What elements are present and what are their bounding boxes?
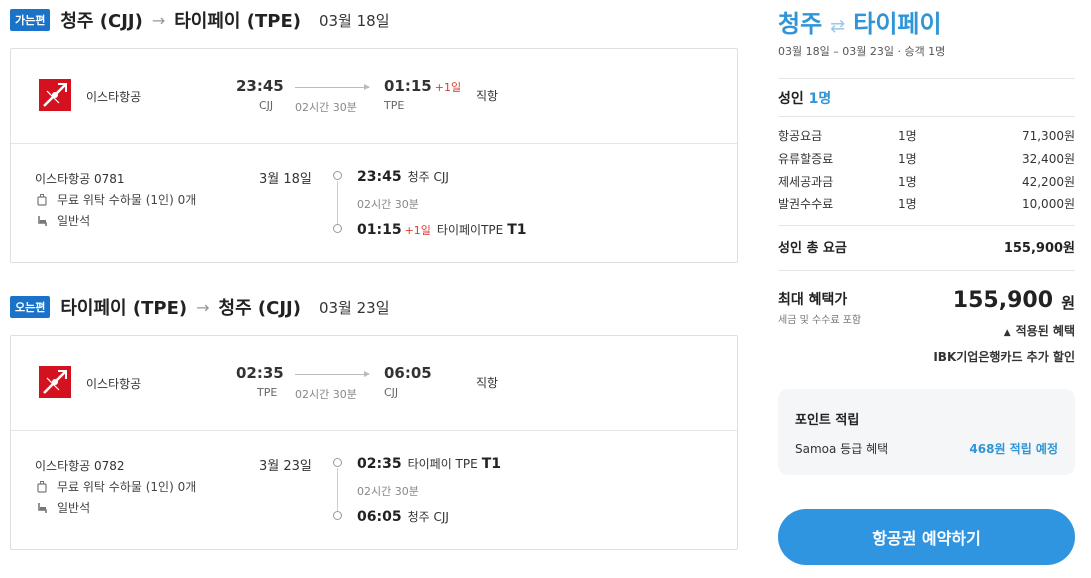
total-label: 성인 총 요금	[778, 241, 847, 256]
baggage-text: 무료 위탁 수하물 (1인) 0개	[57, 480, 197, 494]
cabin-text: 일반석	[57, 214, 91, 228]
leg-date: 3월 18일	[259, 172, 312, 187]
outbound-summary[interactable]: 이스타항공 23:45 CJJ 02시간 30분 01:15 +1일 TPE 직항	[11, 49, 737, 144]
points-value: 468원 적립 예정	[969, 442, 1058, 456]
detail-duration: 02시간 30분	[357, 485, 419, 498]
outbound-detail: 이스타항공 0781 무료 위탁 수하물 (1인) 0개 일반석 3월 18일 …	[11, 144, 737, 262]
baggage-info: 무료 위탁 수하물 (1인) 0개	[35, 478, 196, 495]
flight-duration: 02시간 30분	[295, 388, 357, 401]
panel-route-title: 청주 ⇄ 타이페이	[778, 4, 942, 39]
detail-departure: 23:45 청주 CJJ	[357, 169, 449, 185]
points-tier-label: Samoa 등급 혜택	[795, 442, 889, 456]
departure-code: TPE	[257, 386, 278, 399]
fare-row: 발권수수료 1명 10,000원	[778, 197, 1075, 211]
applied-benefit-item: IBK기업은행카드 추가 할인	[933, 350, 1075, 364]
price-unit: 원	[1061, 294, 1075, 312]
points-title: 포인트 적립	[795, 413, 860, 428]
departure-code: CJJ	[259, 99, 274, 112]
inbound-summary[interactable]: 이스타항공 02:35 TPE 02시간 30분 06:05 CJJ 직항	[11, 336, 737, 431]
airline-logo-icon	[39, 79, 71, 111]
baggage-text: 무료 위탁 수하물 (1인) 0개	[57, 193, 197, 207]
adult-total-row: 성인 총 요금 155,900원	[778, 237, 1075, 256]
detail-arrival: 06:05 청주 CJJ	[357, 509, 449, 525]
fare-row: 유류할증료 1명 32,400원	[778, 152, 1075, 166]
cabin-info: 일반석	[35, 499, 90, 516]
timeline-dot	[333, 224, 342, 233]
airline-logo-icon	[39, 366, 71, 398]
book-flight-button[interactable]: 항공권 예약하기	[778, 509, 1075, 565]
divider	[778, 116, 1075, 117]
cabin-info: 일반석	[35, 212, 90, 229]
divider	[778, 78, 1075, 79]
outbound-badge: 가는편	[10, 9, 51, 31]
outbound-flight-card: 이스타항공 23:45 CJJ 02시간 30분 01:15 +1일 TPE 직항…	[10, 48, 738, 263]
divider	[778, 270, 1075, 271]
arrow-right-icon: →	[196, 297, 210, 317]
route-arrow-icon	[295, 371, 370, 377]
timeline-dot	[333, 511, 342, 520]
flight-number: 이스타항공 0781	[35, 172, 125, 186]
divider	[778, 225, 1075, 226]
max-benefit-price: 155,900	[952, 288, 1053, 313]
flight-number: 이스타항공 0782	[35, 459, 125, 473]
applied-benefits-toggle[interactable]: ▲ 적용된 혜택	[1004, 322, 1075, 339]
panel-from: 청주	[778, 10, 823, 38]
timeline-dot	[333, 171, 342, 180]
outbound-date: 03월 18일	[318, 11, 390, 30]
arrival-code: TPE	[384, 99, 405, 112]
airline-name: 이스타항공	[86, 90, 142, 104]
detail-arrival: 01:15 +1일 타이페이TPE T1	[357, 222, 527, 238]
terminal-label: T1	[481, 456, 501, 472]
luggage-icon	[35, 193, 49, 206]
route-arrow-icon	[295, 84, 370, 90]
total-amount: 155,900원	[1003, 241, 1075, 256]
outbound-to: 타이페이 (TPE)	[174, 11, 301, 32]
panel-to: 타이페이	[853, 10, 942, 38]
timeline-line	[337, 181, 338, 224]
inbound-badge: 오는편	[10, 296, 51, 318]
flight-duration: 02시간 30분	[295, 101, 357, 114]
terminal-label: T1	[507, 222, 527, 238]
arrival-time: 01:15 +1일	[384, 77, 462, 95]
inbound-header: 오는편 타이페이 (TPE) → 청주 (CJJ) 03월 23일	[10, 294, 390, 320]
departure-time: 02:35	[236, 364, 284, 382]
max-benefit-label: 최대 혜택가	[778, 292, 848, 308]
luggage-icon	[35, 480, 49, 493]
chevron-up-icon: ▲	[1003, 328, 1011, 338]
inbound-from: 타이페이 (TPE)	[60, 298, 188, 319]
seat-icon	[35, 215, 49, 227]
seat-icon	[35, 502, 49, 514]
points-box: 포인트 적립 Samoa 등급 혜택 468원 적립 예정	[778, 389, 1075, 475]
flight-type: 직항	[476, 89, 499, 103]
departure-time: 23:45	[236, 77, 284, 95]
inbound-detail: 이스타항공 0782 무료 위탁 수하물 (1인) 0개 일반석 3월 23일 …	[11, 431, 737, 549]
fare-row: 제세공과금 1명 42,200원	[778, 175, 1075, 189]
plus-day-badge: +1일	[434, 81, 462, 94]
arrow-right-icon: →	[151, 10, 166, 30]
leg-date: 3월 23일	[259, 459, 312, 474]
inbound-to: 청주 (CJJ)	[218, 298, 301, 319]
swap-icon: ⇄	[830, 16, 846, 37]
adult-count-heading: 성인 1명	[778, 91, 832, 107]
detail-departure: 02:35 타이페이 TPE T1	[357, 456, 501, 472]
arrival-code: CJJ	[384, 386, 399, 399]
max-benefit-note: 세금 및 수수료 포함	[778, 315, 862, 326]
outbound-from: 청주 (CJJ)	[60, 11, 143, 32]
fare-row: 항공요금 1명 71,300원	[778, 129, 1075, 143]
inbound-flight-card: 이스타항공 02:35 TPE 02시간 30분 06:05 CJJ 직항 이스…	[10, 335, 738, 550]
timeline-line	[337, 468, 338, 511]
baggage-info: 무료 위탁 수하물 (1인) 0개	[35, 191, 196, 208]
timeline-dot	[333, 458, 342, 467]
detail-duration: 02시간 30분	[357, 198, 419, 211]
outbound-header: 가는편 청주 (CJJ) → 타이페이 (TPE) 03월 18일	[10, 7, 390, 33]
panel-subtitle: 03월 18일 – 03월 23일 · 승객 1명	[778, 45, 946, 58]
cabin-text: 일반석	[57, 501, 91, 515]
flight-type: 직항	[476, 376, 499, 390]
arrival-time: 06:05	[384, 364, 432, 382]
airline-name: 이스타항공	[86, 377, 142, 391]
inbound-date: 03월 23일	[318, 298, 390, 317]
